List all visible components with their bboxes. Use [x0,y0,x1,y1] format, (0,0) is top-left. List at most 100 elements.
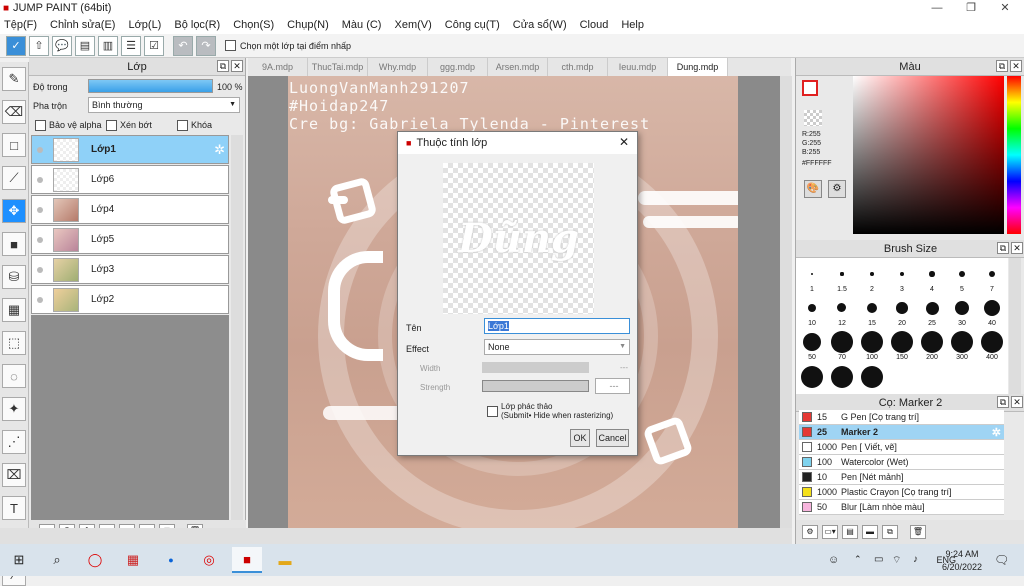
brush-size-dot[interactable] [861,331,883,353]
opera-icon[interactable]: ◯ [80,547,110,573]
brush-size-dot[interactable] [831,366,853,388]
app-grid-icon[interactable]: ▦ [118,547,148,573]
ok-button[interactable]: OK [570,429,590,447]
palette-icon[interactable]: 🎨 [804,180,822,198]
opacity-slider[interactable] [88,79,213,93]
brush-size-dot[interactable] [899,271,905,277]
bucket-tool-icon[interactable]: ⛁ [2,265,26,289]
canvas-vscroll[interactable] [780,76,792,528]
confirm-icon[interactable]: ✓ [6,35,26,56]
panel-close-icon[interactable]: ✕ [1011,242,1023,254]
layer-scrollbar[interactable] [231,135,243,520]
brush-list-icon[interactable]: ▤ [842,525,858,539]
visibility-icon[interactable] [37,236,43,243]
brush-size-dot[interactable] [983,299,1001,317]
brush-size-dot[interactable] [951,331,973,353]
battery-icon[interactable]: ▭ [874,554,883,565]
magic-wand-icon[interactable]: ✦ [2,397,26,421]
visibility-icon[interactable] [37,266,43,273]
panel-close-icon[interactable]: ✕ [1011,396,1023,408]
tab-cth[interactable]: cth.mdp [548,58,608,76]
brush-row[interactable]: 10 Pen [Nét mảnh] [799,470,1004,485]
notification-icon[interactable]: 🗨 [994,553,1009,567]
brush-size-dot[interactable] [954,300,970,316]
brush-size-dot[interactable] [929,271,935,277]
brush-folder-icon[interactable]: ▬ [862,525,878,539]
tab-9a[interactable]: 9A.mdp [248,58,308,76]
brush-size-scrollbar[interactable] [1009,258,1021,394]
brush-size-dot[interactable] [837,303,847,313]
sketch-layer-checkbox[interactable] [487,406,498,417]
lock-checkbox[interactable] [177,120,188,131]
brush-size-dot[interactable] [891,331,913,353]
brush-row[interactable]: 100 Watercolor (Wet) [799,455,1004,470]
brush-size-dot[interactable] [810,272,814,276]
panel-close-icon[interactable]: ✕ [231,60,243,72]
menu-view[interactable]: Xem(V) [394,19,431,31]
rect-tool-icon[interactable]: □ [2,133,26,157]
canvas-hscroll[interactable] [0,528,792,544]
effect-select[interactable]: None ▼ [484,339,630,355]
zalo-icon[interactable]: ● [156,547,186,573]
brush-duplicate-icon[interactable]: ⧉ [882,525,898,539]
name-input[interactable]: Lớp1 [484,318,630,334]
brush-size-dot[interactable] [861,366,883,388]
brush-size-dot[interactable] [802,332,822,352]
brush-size-dot[interactable] [801,366,823,388]
gear-icon[interactable]: ✲ [992,426,1001,439]
tab-dung[interactable]: Dung.mdp [668,58,728,76]
upload-icon[interactable]: ⇧ [29,35,49,56]
transparent-swatch[interactable] [804,110,822,126]
menu-capture[interactable]: Chụp(N) [287,19,329,31]
visibility-icon[interactable] [37,176,43,183]
fill-rect-tool-icon[interactable]: ■ [2,232,26,256]
eraser-tool-icon[interactable]: ⌫ [2,100,26,124]
redo-icon[interactable]: ↷ [196,35,216,56]
jump-paint-taskbar-icon[interactable]: ■ [232,547,262,573]
foreground-color-swatch[interactable] [802,80,818,96]
visibility-icon[interactable] [37,206,43,213]
brush-size-dot[interactable] [866,302,878,314]
people-icon[interactable]: ☺ [828,554,839,566]
tab-why[interactable]: Why.mdp [368,58,428,76]
brush-size-dot[interactable] [870,272,874,276]
line-tool-icon[interactable]: ⟋ [2,166,26,190]
layer-row[interactable]: Lớp4 [31,195,229,224]
panel-close-icon[interactable]: ✕ [1010,60,1022,72]
tab-arsen[interactable]: Arsen.mdp [488,58,548,76]
opera-gx-icon[interactable]: ◎ [194,547,224,573]
brush-row[interactable]: 25 Marker 2 ✲ [799,425,1004,440]
file-explorer-icon[interactable]: ▬ [270,547,300,573]
brush-tool-icon[interactable]: ✎ [2,67,26,91]
select-eraser-icon[interactable]: ⌧ [2,463,26,487]
select-layer-checkbox[interactable] [225,40,236,51]
gear-icon[interactable]: ✲ [214,142,225,158]
windows-start-icon[interactable]: ⊞ [4,547,34,573]
palette-settings-icon[interactable]: ⚙ [828,180,846,198]
restore-button[interactable]: ❐ [954,0,988,16]
visibility-icon[interactable] [37,296,43,303]
brush-size-dot[interactable] [925,301,939,315]
chevron-up-icon[interactable]: ⌃ [854,554,862,565]
brush-trash-icon[interactable]: 🗑 [910,525,926,539]
select-rect-icon[interactable]: ⬚ [2,331,26,355]
properties-icon[interactable]: ☰ [121,35,141,56]
brush-size-dot[interactable] [840,272,844,276]
clip-checkbox[interactable] [106,120,117,131]
menu-edit[interactable]: Chỉnh sửa(E) [50,19,115,31]
menu-color[interactable]: Màu (C) [342,19,382,31]
brush-row[interactable]: 1000 Pen [ Viết, vẽ] [799,440,1004,455]
chat-icon[interactable]: 💬 [52,35,72,56]
tab-ggg[interactable]: ggg.mdp [428,58,488,76]
menu-cloud[interactable]: Cloud [580,19,609,31]
menu-help[interactable]: Help [621,19,644,31]
brush-row[interactable]: 1000 Plastic Crayon [Cọ trang trí] [799,485,1004,500]
select-pen-icon[interactable]: ⋰ [2,430,26,454]
float-icon[interactable]: ⧉ [997,396,1009,408]
layer-row[interactable]: Lớp3 [31,255,229,284]
layer-row[interactable]: Lớp6 [31,165,229,194]
brush-size-dot[interactable] [921,331,943,353]
close-button[interactable]: ✕ [988,0,1022,16]
layer-row[interactable]: Lớp1 ✲ [31,135,229,164]
menu-filter[interactable]: Bộ lọc(R) [174,19,220,31]
